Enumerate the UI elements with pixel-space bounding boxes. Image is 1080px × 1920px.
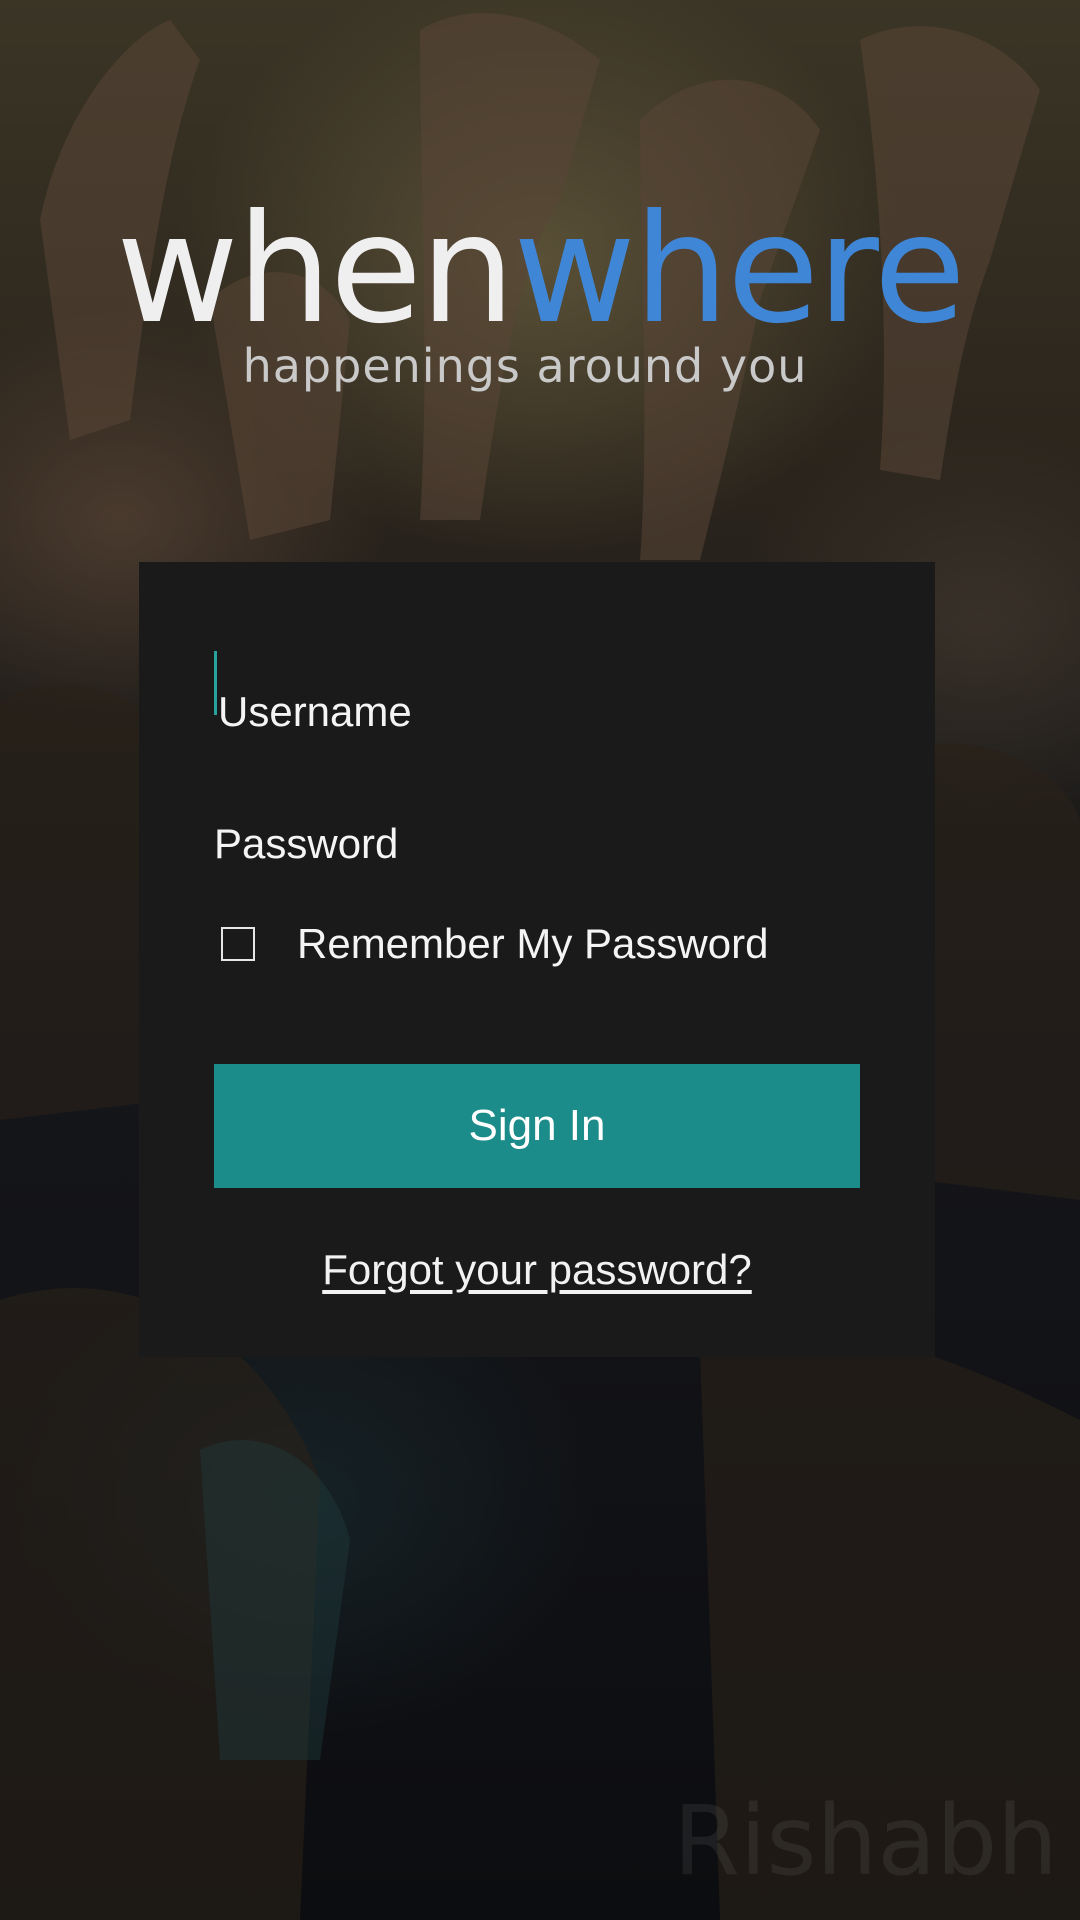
remember-password-toggle[interactable]: Remember My Password <box>221 914 768 974</box>
logo-word-when: when <box>116 183 515 357</box>
login-card: Remember My Password Sign In Forgot your… <box>139 562 935 1357</box>
password-input[interactable] <box>214 811 859 877</box>
logo-word-where: where <box>513 183 966 357</box>
app-logo: whenwhere <box>0 195 1080 345</box>
username-input[interactable] <box>214 679 859 745</box>
sign-in-button[interactable]: Sign In <box>214 1064 860 1188</box>
remember-label: Remember My Password <box>297 920 769 967</box>
remember-checkbox[interactable] <box>221 927 255 961</box>
watermark: Rishabh <box>673 1785 1058 1897</box>
app-tagline: happenings around you <box>242 339 808 393</box>
forgot-password-link[interactable]: Forgot your password? <box>139 1242 935 1298</box>
